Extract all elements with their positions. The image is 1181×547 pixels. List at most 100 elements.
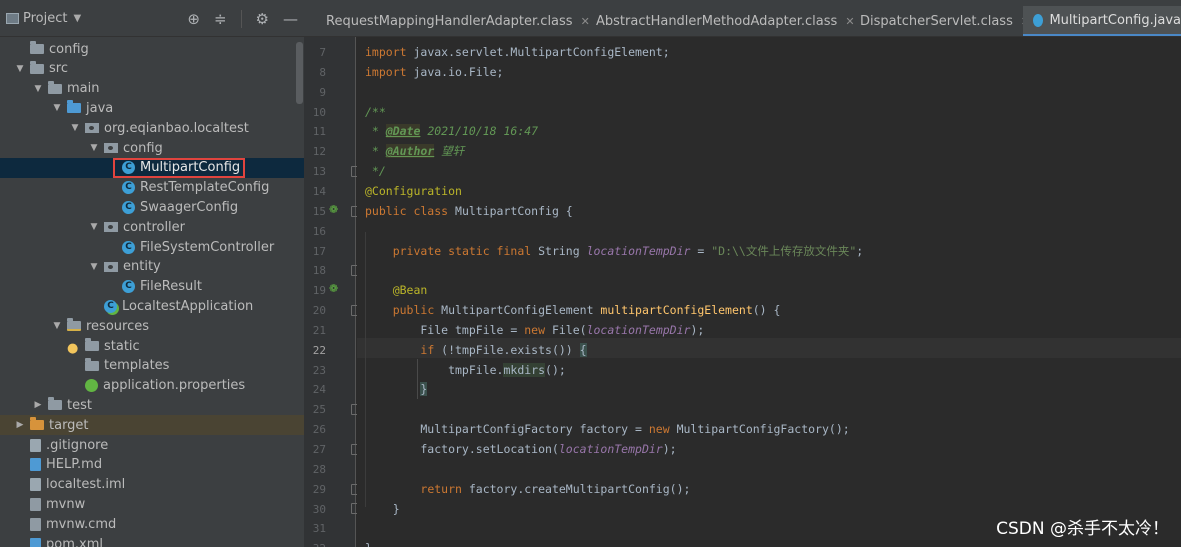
- project-title[interactable]: Project: [23, 11, 67, 26]
- code-line[interactable]: public class MultipartConfig {: [365, 201, 573, 221]
- tree-item[interactable]: ▼ main: [0, 79, 304, 99]
- tree-item[interactable]: ▶mvnw: [0, 494, 304, 514]
- tree-item-label: org.eqianbao.localtest: [104, 120, 249, 136]
- collapse-all-icon[interactable]: ≑: [214, 10, 227, 28]
- tree-item[interactable]: ▼ org.eqianbao.localtest: [0, 118, 304, 138]
- line-number: 20: [312, 304, 326, 318]
- editor-tab-label: AbstractHandlerMethodAdapter.class: [596, 14, 838, 29]
- code-line[interactable]: import javax.servlet.MultipartConfigElem…: [365, 42, 670, 62]
- tree-item-label: controller: [123, 219, 186, 235]
- chevron-right-icon[interactable]: ▶: [32, 400, 44, 410]
- tree-item[interactable]: ▶application.properties: [0, 376, 304, 396]
- spring-bean-icon[interactable]: ❁: [329, 203, 338, 216]
- code-line[interactable]: MultipartConfigFactory factory = new Mul…: [365, 419, 849, 439]
- tree-item[interactable]: ▶CSwaagerConfig: [0, 197, 304, 217]
- editor-tab[interactable]: AbstractHandlerMethodAdapter.class ✕: [580, 6, 855, 36]
- tree-item[interactable]: ▶config: [0, 39, 304, 59]
- code-line[interactable]: import java.io.File;: [365, 62, 503, 82]
- editor-tab-label: MultipartConfig.java: [1049, 12, 1181, 28]
- chevron-down-icon[interactable]: ▼: [51, 103, 63, 113]
- folder-icon: [30, 41, 44, 54]
- tree-item[interactable]: ▶CLocaltestApplication: [0, 296, 304, 316]
- tree-item[interactable]: ▼ resources: [0, 316, 304, 336]
- code-line[interactable]: public MultipartConfigElement multipartC…: [365, 300, 781, 320]
- editor-tab[interactable]: MultipartConfig.java: [1023, 6, 1181, 36]
- gear-icon[interactable]: ⚙: [256, 10, 269, 28]
- code-line[interactable]: * @Date 2021/10/18 16:47: [365, 121, 538, 141]
- tree-item[interactable]: ▶static: [0, 336, 304, 356]
- chevron-down-icon[interactable]: ▼: [69, 123, 81, 133]
- tree-item-label: LocaltestApplication: [122, 298, 254, 314]
- tree-item-label: pom.xml: [46, 536, 103, 547]
- tree-item[interactable]: ▼ java: [0, 98, 304, 118]
- code-line[interactable]: }: [365, 538, 372, 547]
- tree-item-label: FileResult: [140, 279, 202, 295]
- line-number: 15: [312, 204, 326, 218]
- tree-item-label: resources: [86, 318, 150, 334]
- chevron-down-icon[interactable]: ▼: [51, 321, 63, 331]
- tree-item[interactable]: ▼ controller: [0, 217, 304, 237]
- chevron-down-icon[interactable]: ▼: [88, 143, 100, 153]
- tree-item-label: test: [67, 397, 92, 413]
- tree-item[interactable]: ▶CFileSystemController: [0, 237, 304, 257]
- minimize-icon[interactable]: —: [283, 10, 298, 28]
- line-number: 8: [319, 65, 326, 79]
- lightbulb-icon[interactable]: ●: [67, 341, 78, 356]
- tree-item[interactable]: ▼ entity: [0, 257, 304, 277]
- toolbar-divider: [240, 9, 242, 28]
- project-header: Project ▼ ⊕ ≑ ⚙ —: [0, 0, 304, 37]
- locate-icon[interactable]: ⊕: [187, 10, 200, 28]
- code-line[interactable]: File tmpFile = new File(locationTempDir)…: [365, 320, 704, 340]
- tree-item[interactable]: ▶ test: [0, 395, 304, 415]
- tree-item[interactable]: ▶.gitignore: [0, 435, 304, 455]
- editor-tab[interactable]: RequestMappingHandlerAdapter.class ✕: [310, 6, 590, 36]
- tree-item-label: application.properties: [103, 378, 246, 394]
- package-icon: [104, 222, 118, 233]
- code-line[interactable]: tmpFile.mkdirs();: [365, 360, 566, 380]
- code-line[interactable]: return factory.createMultipartConfig();: [365, 479, 690, 499]
- code-line[interactable]: @Configuration: [365, 181, 462, 201]
- line-number: 19: [312, 284, 326, 298]
- chevron-down-icon[interactable]: ▼: [73, 13, 81, 24]
- tree-scrollbar[interactable]: [296, 42, 303, 104]
- tree-item[interactable]: ▶pom.xml: [0, 534, 304, 547]
- line-number: 24: [312, 383, 326, 397]
- tree-item[interactable]: ▶CFileResult: [0, 277, 304, 297]
- code-line[interactable]: private static final String locationTemp…: [365, 241, 864, 261]
- tree-item[interactable]: ▶ target: [0, 415, 304, 436]
- code-line[interactable]: }: [365, 499, 400, 519]
- code-line[interactable]: * @Author 望轩: [365, 141, 464, 161]
- chevron-right-icon[interactable]: ▶: [14, 420, 26, 430]
- line-number: 7: [319, 46, 326, 59]
- tree-item[interactable]: ▶CMultipartConfig: [0, 157, 304, 178]
- class-icon: C: [122, 161, 135, 175]
- tree-item[interactable]: ▶CRestTemplateConfig: [0, 178, 304, 198]
- chevron-down-icon[interactable]: ▼: [88, 222, 100, 232]
- source-folder-icon: [67, 100, 81, 114]
- chevron-down-icon[interactable]: ▼: [88, 262, 100, 272]
- code-line[interactable]: @Bean: [365, 280, 428, 300]
- chevron-down-icon[interactable]: ▼: [14, 64, 26, 74]
- tree-item-label: src: [49, 61, 68, 77]
- tree-item[interactable]: ▶localtest.iml: [0, 475, 304, 495]
- project-icon: [6, 12, 19, 24]
- line-number: 32: [304, 542, 326, 547]
- chevron-down-icon[interactable]: ▼: [32, 84, 44, 94]
- tree-item[interactable]: ▶HELP.md: [0, 455, 304, 475]
- code-line[interactable]: */: [365, 161, 386, 181]
- code-line[interactable]: factory.setLocation(locationTempDir);: [365, 439, 676, 459]
- code-line[interactable]: /**: [365, 102, 386, 122]
- tree-item[interactable]: ▶mvnw.cmd: [0, 514, 304, 534]
- editor-tab[interactable]: DispatcherServlet.class✕: [844, 6, 1030, 36]
- editor-gutter: 7 8 9 10 11 12 13 14 15 16 17 18 19 20 21 22 23 24 25 26 27 2…: [304, 37, 360, 547]
- markdown-file-icon: [30, 458, 41, 472]
- tree-item-label: templates: [104, 358, 170, 374]
- spring-bean-icon[interactable]: ❁: [329, 282, 338, 295]
- tree-item[interactable]: ▼ src: [0, 59, 304, 79]
- excluded-folder-icon: [30, 417, 44, 431]
- code-line[interactable]: if (!tmpFile.exists()) {: [365, 340, 587, 360]
- tree-item[interactable]: ▶templates: [0, 356, 304, 376]
- tree-item[interactable]: ▼ config: [0, 138, 304, 158]
- tree-item-label: RestTemplateConfig: [140, 180, 270, 196]
- code-editor[interactable]: import javax.servlet.MultipartConfigElem…: [357, 37, 1181, 547]
